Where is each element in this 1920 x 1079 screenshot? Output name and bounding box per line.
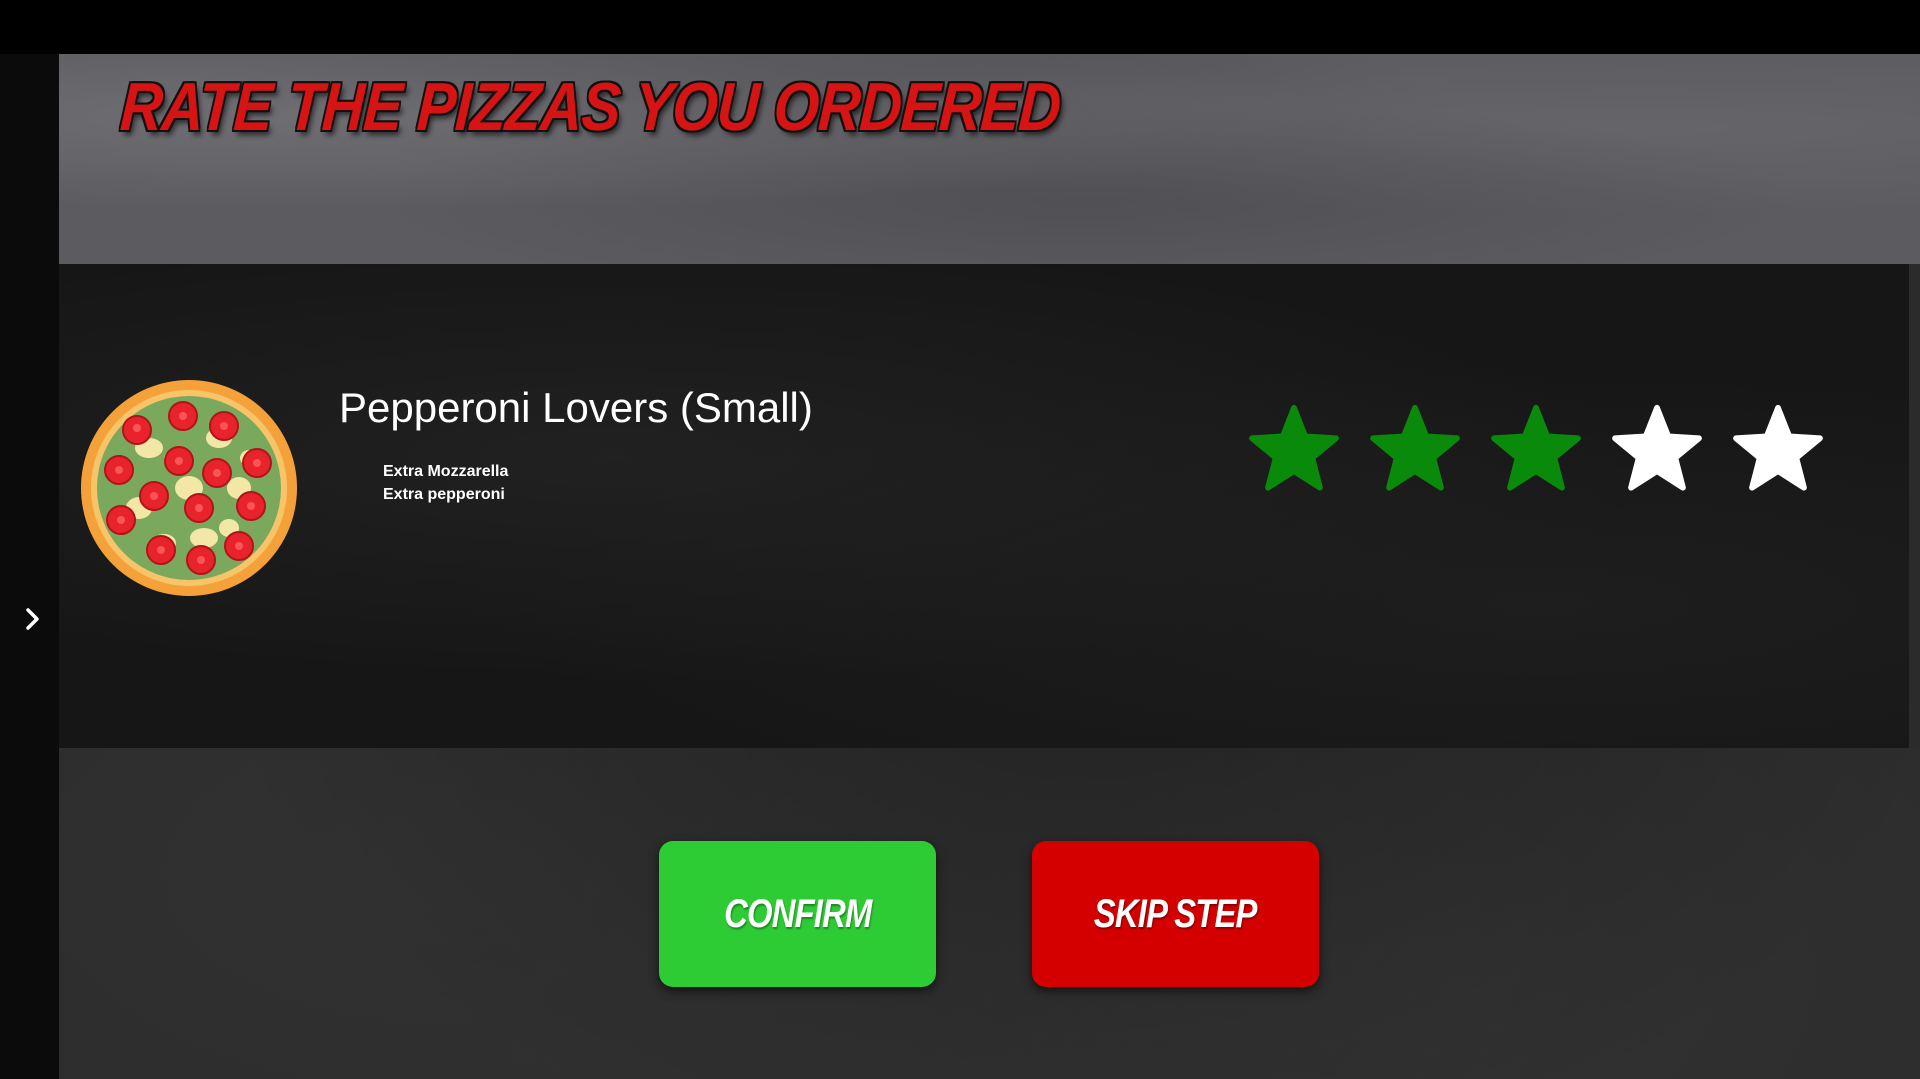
pizza-extra-item: Extra pepperoni — [383, 486, 505, 503]
action-buttons: CONFIRM SKIP STEP — [59, 841, 1920, 987]
skip-step-button-label: SKIP STEP — [1094, 891, 1258, 936]
confirm-button-label: CONFIRM — [723, 891, 872, 936]
pizza-icon — [81, 380, 297, 596]
confirm-button[interactable]: CONFIRM — [659, 841, 936, 987]
page-header: RATE THE PIZZAS YOU ORDERED — [59, 54, 1920, 264]
star-empty-icon[interactable] — [1730, 402, 1826, 498]
skip-step-button[interactable]: SKIP STEP — [1032, 841, 1319, 987]
pizza-extras-list: Extra Mozzarella Extra pepperoni — [383, 460, 508, 506]
chevron-right-icon — [26, 608, 39, 630]
pizza-item-card: Pepperoni Lovers (Small) Extra Mozzarell… — [59, 264, 1909, 748]
main-content: RATE THE PIZZAS YOU ORDERED Pepperoni Lo… — [59, 54, 1920, 1079]
star-filled-icon[interactable] — [1246, 402, 1342, 498]
page-title: RATE THE PIZZAS YOU ORDERED — [118, 69, 1063, 145]
pizza-name: Pepperoni Lovers (Small) — [339, 384, 813, 431]
sidebar — [0, 54, 59, 1079]
top-bar — [0, 0, 1920, 54]
panel-scrollbar[interactable] — [1909, 264, 1920, 748]
star-rating — [1246, 402, 1826, 498]
pizza-extra-item: Extra Mozzarella — [383, 463, 509, 480]
sidebar-toggle-button[interactable] — [18, 601, 48, 637]
star-empty-icon[interactable] — [1609, 402, 1705, 498]
star-filled-icon[interactable] — [1488, 402, 1584, 498]
star-filled-icon[interactable] — [1367, 402, 1463, 498]
